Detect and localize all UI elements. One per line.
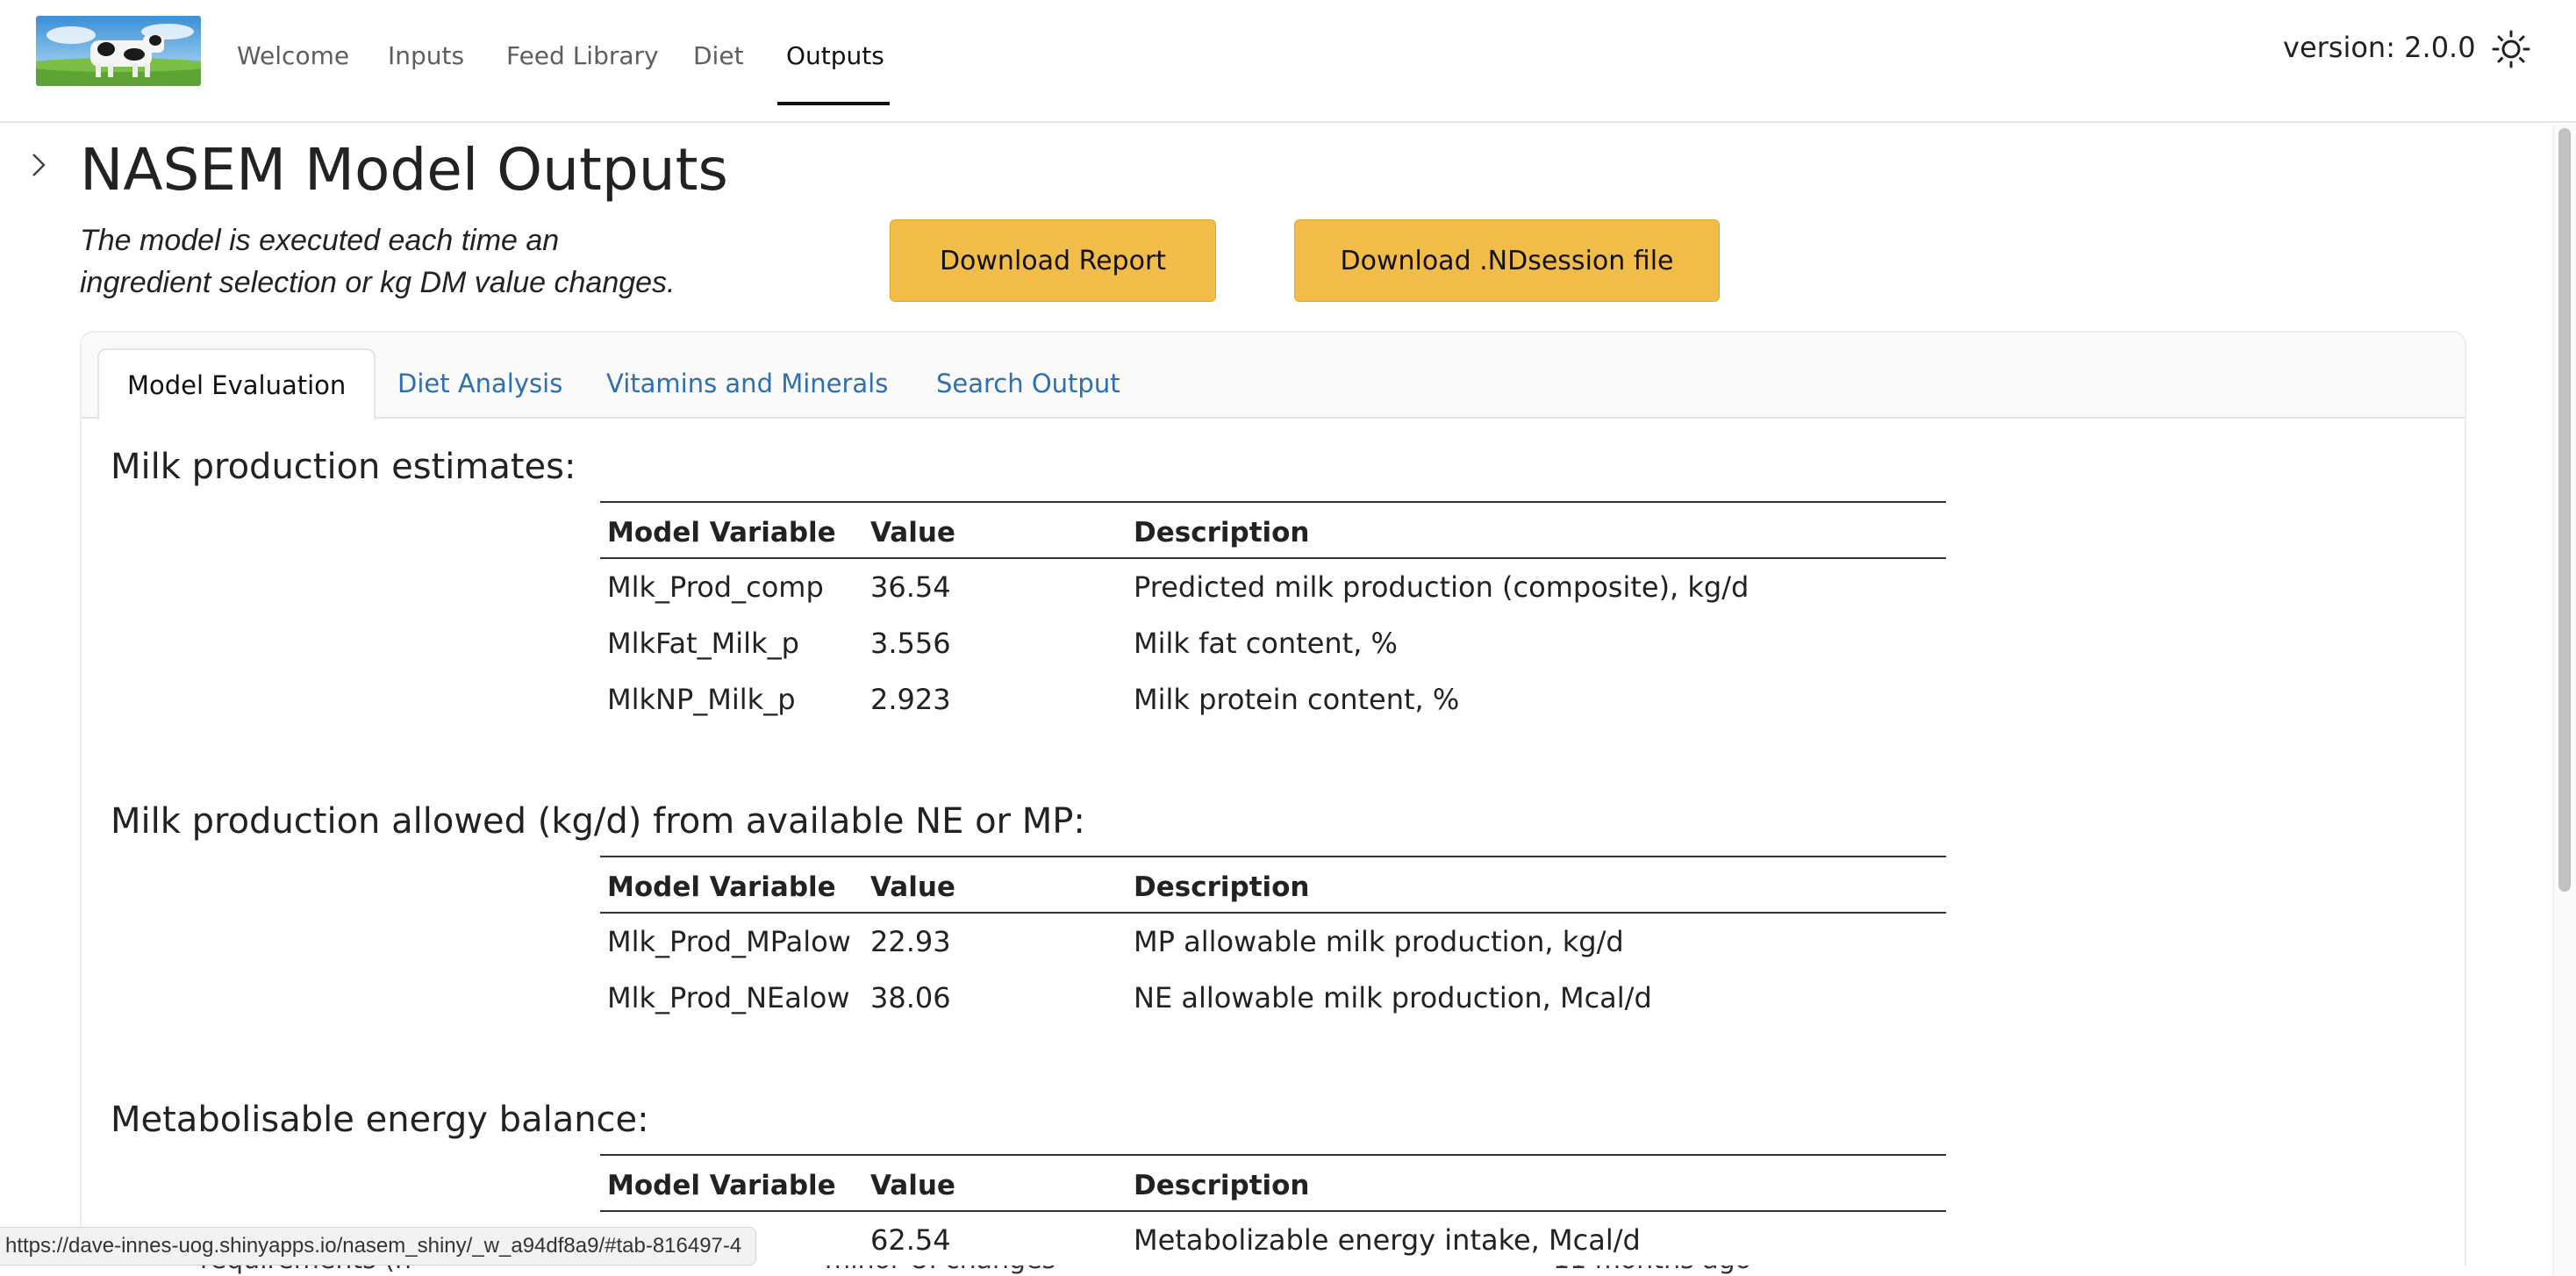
nav-outputs[interactable]: Outputs <box>786 40 884 72</box>
cell-value: 22.93 <box>870 925 951 958</box>
cell-variable: MlkFat_Milk_p <box>607 627 799 660</box>
peek-text-2: minor UI changes <box>825 1265 1055 1275</box>
section-heading-milk-production: Milk production estimates: <box>111 447 576 487</box>
page-title: NASEM Model Outputs <box>80 136 728 204</box>
table-header-row: Model Variable Value Description <box>600 857 1946 914</box>
download-session-button[interactable]: Download .NDsession file <box>1294 219 1720 302</box>
top-navbar: Welcome Inputs Feed Library Diet Outputs… <box>0 0 2576 123</box>
subtitle-line-1: The model is executed each time an <box>80 224 560 257</box>
sun-icon[interactable] <box>2490 28 2532 70</box>
background-page-peek: requirements (n minor UI changes 11 mont… <box>0 1265 2553 1276</box>
tab-model-evaluation[interactable]: Model Evaluation <box>97 348 376 420</box>
tab-diet-analysis[interactable]: Diet Analysis <box>369 348 590 420</box>
header-description: Description <box>1134 871 1310 903</box>
table-header-row: Model Variable Value Description <box>600 1156 1946 1212</box>
milk-allowed-table: Model Variable Value Description Mlk_Pro… <box>600 856 1946 1026</box>
cell-description: Predicted milk production (composite), k… <box>1134 570 1750 604</box>
cell-description: MP allowable milk production, kg/d <box>1134 925 1624 958</box>
table-row: MlkFat_Milk_p 3.556 Milk fat content, % <box>600 615 1946 671</box>
cell-variable: Mlk_Prod_MPalow <box>607 925 851 958</box>
peek-text-3: 11 months ago <box>1553 1265 1751 1275</box>
tab-vitamins-minerals[interactable]: Vitamins and Minerals <box>578 348 916 420</box>
status-bar-url: https://dave-innes-uog.shinyapps.io/nase… <box>0 1227 757 1265</box>
nav-feed-library[interactable]: Feed Library <box>506 40 659 72</box>
chevron-right-icon[interactable] <box>28 149 51 181</box>
cell-value: 36.54 <box>870 570 951 604</box>
table-row: Mlk_Prod_comp 36.54 Predicted milk produ… <box>600 559 1946 615</box>
header-value: Value <box>870 871 955 903</box>
peek-text-1: requirements (n <box>200 1265 411 1275</box>
cell-description: Milk fat content, % <box>1134 627 1398 660</box>
header-value: Value <box>870 1170 955 1201</box>
header-model-variable: Model Variable <box>607 1170 836 1201</box>
nav-welcome[interactable]: Welcome <box>237 40 349 72</box>
cell-description: NE allowable milk production, Mcal/d <box>1134 981 1652 1014</box>
table-row: Mlk_Prod_MPalow 22.93 MP allowable milk … <box>600 914 1946 970</box>
header-description: Description <box>1134 1170 1310 1201</box>
version-label: version: 2.0.0 <box>2283 31 2476 64</box>
cell-description: Metabolizable energy intake, Mcal/d <box>1134 1223 1641 1257</box>
tab-bar: Model Evaluation Diet Analysis Vitamins … <box>82 333 2465 420</box>
subtitle-line-2: ingredient selection or kg DM value chan… <box>80 266 676 299</box>
table-row: Mlk_Prod_NEalow 38.06 NE allowable milk … <box>600 970 1946 1026</box>
cell-variable: Mlk_Prod_NEalow <box>607 981 850 1014</box>
header-model-variable: Model Variable <box>607 871 836 903</box>
table-row: MlkNP_Milk_p 2.923 Milk protein content,… <box>600 671 1946 728</box>
tab-search-output[interactable]: Search Output <box>908 348 1148 420</box>
header-value: Value <box>870 517 955 548</box>
cell-value: 62.54 <box>870 1223 951 1257</box>
table-header-row: Model Variable Value Description <box>600 503 1946 559</box>
cell-description: Milk protein content, % <box>1134 683 1460 716</box>
page-subtitle: The model is executed each time an ingre… <box>80 219 747 304</box>
download-report-button[interactable]: Download Report <box>890 219 1216 302</box>
nav-diet[interactable]: Diet <box>693 40 744 72</box>
scrollbar-thumb[interactable] <box>2558 128 2571 892</box>
milk-production-table: Model Variable Value Description Mlk_Pro… <box>600 501 1946 728</box>
cell-value: 38.06 <box>870 981 951 1014</box>
cell-variable: Mlk_Prod_comp <box>607 570 824 604</box>
section-heading-me-balance: Metabolisable energy balance: <box>111 1100 649 1140</box>
cell-value: 3.556 <box>870 627 951 660</box>
app-logo[interactable] <box>36 16 201 86</box>
cell-value: 2.923 <box>870 683 951 716</box>
section-heading-milk-allowed: Milk production allowed (kg/d) from avai… <box>111 801 1085 842</box>
header-model-variable: Model Variable <box>607 517 836 548</box>
active-nav-indicator <box>777 102 890 105</box>
nav-inputs[interactable]: Inputs <box>388 40 464 72</box>
me-balance-table: Model Variable Value Description 62.54 M… <box>600 1154 1946 1268</box>
cell-variable: MlkNP_Milk_p <box>607 683 796 716</box>
header-description: Description <box>1134 517 1310 548</box>
table-row: 62.54 Metabolizable energy intake, Mcal/… <box>600 1212 1946 1268</box>
